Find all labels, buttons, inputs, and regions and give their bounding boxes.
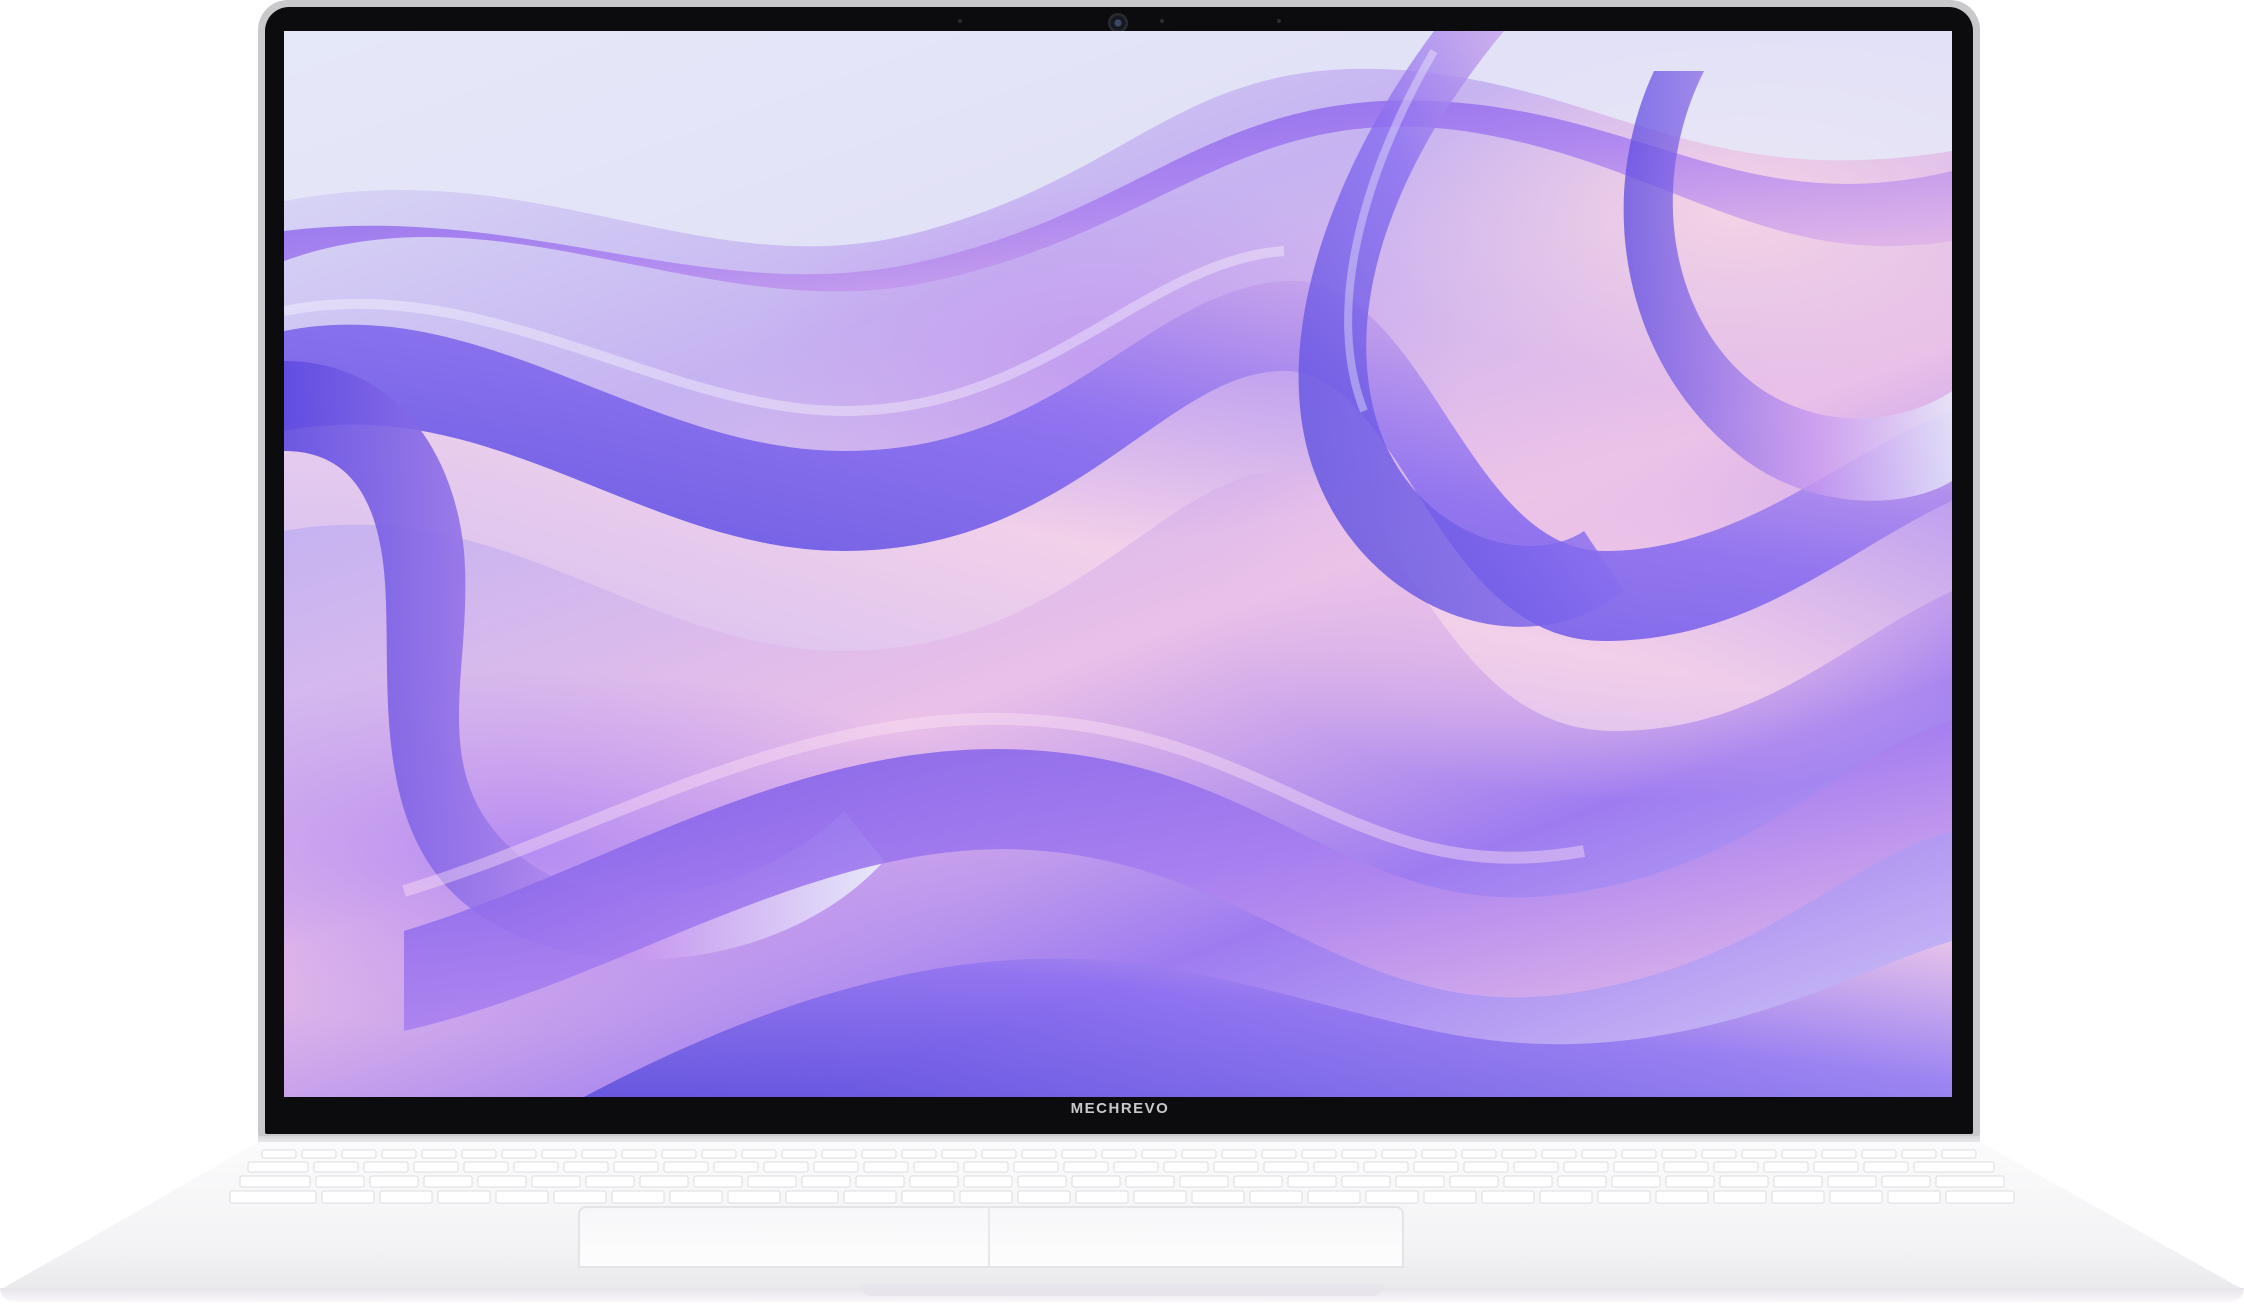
lid-open-notch	[860, 1284, 1384, 1296]
keyboard-keys	[229, 1149, 2015, 1204]
touchpad-center-mark	[988, 1206, 990, 1266]
wallpaper-waves	[284, 31, 1952, 1097]
display-screen	[284, 31, 1952, 1097]
keyboard	[0, 1146, 2244, 1206]
brand-logo: MECHREVO	[1070, 1100, 1170, 1117]
touchpad[interactable]	[578, 1206, 1404, 1268]
ir-sensor	[1160, 19, 1164, 23]
webcam-icon	[1108, 13, 1128, 33]
ambient-sensor	[958, 19, 962, 23]
mic-sensor	[1277, 19, 1281, 23]
